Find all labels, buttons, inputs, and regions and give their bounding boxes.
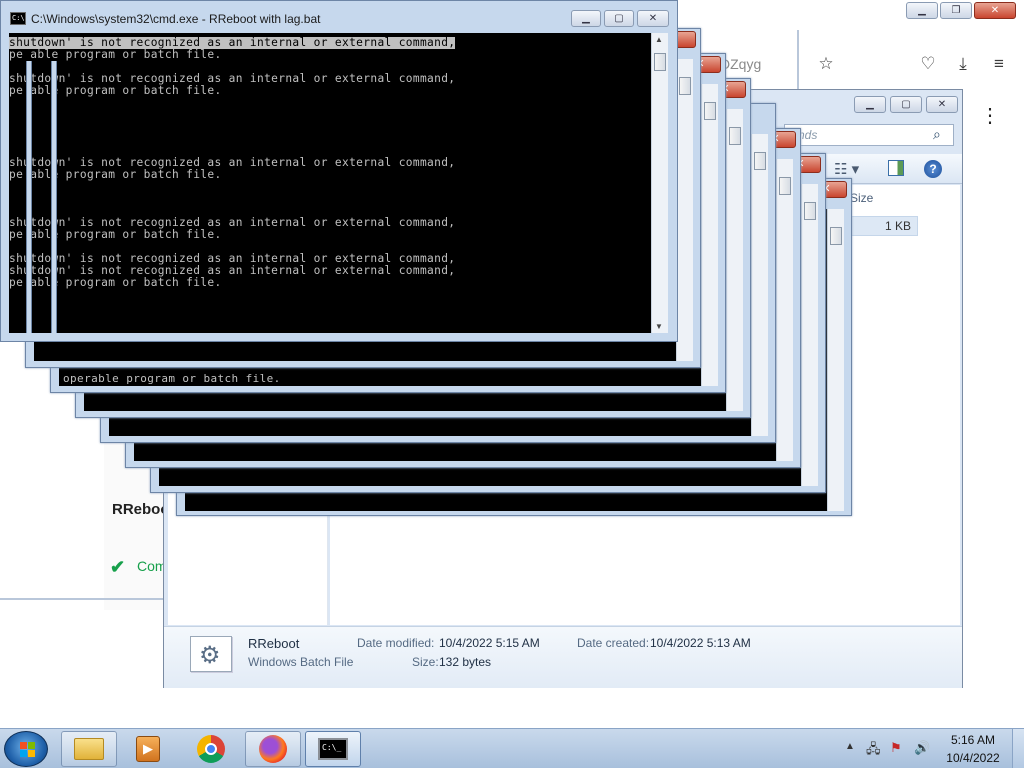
ghost-window-edge: [51, 61, 57, 333]
url-fragment[interactable]: DZqyg: [720, 56, 761, 72]
batch-file-icon: ⚙: [190, 636, 232, 672]
file-size-cell[interactable]: 1 KB: [850, 216, 918, 236]
scrollbar[interactable]: [751, 134, 768, 436]
scrollbar[interactable]: [827, 209, 844, 511]
size-value: 132 bytes: [439, 655, 492, 669]
date-created-label: Date created:: [577, 636, 650, 650]
console-line: operable program or batch file.: [63, 372, 281, 385]
taskbar-firefox[interactable]: [245, 731, 301, 767]
windows-logo-icon: [20, 742, 36, 758]
taskbar-cmd[interactable]: C:\_: [305, 731, 361, 767]
scrollbar[interactable]: [801, 184, 818, 486]
volume-icon[interactable]: 🔊: [914, 740, 930, 756]
clock-date[interactable]: 10/4/2022: [940, 751, 1006, 765]
firefox-icon: [259, 735, 287, 763]
taskbar-media-player[interactable]: ▶: [120, 731, 176, 767]
scrollbar[interactable]: [676, 59, 693, 361]
help-icon[interactable]: ?: [924, 160, 942, 178]
window-title: C:\Windows\system32\cmd.exe - RReboot wi…: [31, 12, 321, 26]
details-file-type: Windows Batch File: [248, 655, 354, 669]
view-options-icon[interactable]: ☷ ▾: [834, 160, 859, 178]
taskbar-chrome[interactable]: [183, 731, 239, 767]
scroll-up-icon[interactable]: ▲: [655, 35, 663, 44]
kebab-menu-icon[interactable]: ⋮: [980, 106, 1000, 126]
console-line: pe able program or batch file.: [9, 228, 222, 241]
scroll-down-icon[interactable]: ▼: [655, 322, 663, 331]
date-created-value: 10/4/2022 5:13 AM: [650, 636, 751, 650]
media-player-icon: ▶: [136, 736, 160, 762]
close-button[interactable]: ✕: [637, 10, 669, 27]
date-modified-value: 10/4/2022 5:15 AM: [439, 636, 540, 650]
scrollbar[interactable]: [726, 109, 743, 411]
minimize-button[interactable]: ▁: [854, 96, 886, 113]
show-hidden-icons-icon[interactable]: ▲: [845, 741, 855, 752]
date-modified-label: Date modified:: [357, 636, 435, 650]
chrome-icon: [197, 735, 225, 763]
network-icon[interactable]: 🖧: [866, 740, 881, 762]
cmd-icon: C:\: [10, 12, 26, 25]
pocket-icon[interactable]: ♡: [917, 53, 939, 75]
close-button[interactable]: ✕: [926, 96, 958, 113]
caption-buttons: ▁ ▢ ✕: [571, 10, 669, 27]
scrollbar[interactable]: [701, 84, 718, 386]
ghost-window-edge: [26, 61, 32, 333]
star-icon[interactable]: ☆: [815, 53, 837, 75]
taskbar-explorer[interactable]: [61, 731, 117, 767]
console-line: pe able program or batch file.: [9, 84, 222, 97]
maximize-button[interactable]: ▢: [890, 96, 922, 113]
search-icon[interactable]: ⌕: [933, 126, 941, 143]
details-file-name: RReboot: [248, 636, 300, 651]
cmd-window-front[interactable]: C:\ C:\Windows\system32\cmd.exe - RReboo…: [0, 0, 678, 342]
folder-icon: [74, 738, 104, 760]
restore-button[interactable]: ❐: [940, 2, 972, 19]
close-button[interactable]: ✕: [974, 2, 1016, 19]
column-header-size[interactable]: Size: [850, 191, 873, 205]
firefox-caption-buttons: ▁ ❐ ✕: [906, 0, 1024, 24]
explorer-caption-buttons: ▁ ▢ ✕: [854, 96, 958, 113]
minimize-button[interactable]: ▁: [906, 2, 938, 19]
hamburger-menu-icon[interactable]: ≡: [988, 53, 1010, 75]
scroll-thumb[interactable]: [654, 53, 666, 71]
preview-pane-icon[interactable]: [888, 160, 904, 176]
console-line: pe able program or batch file.: [9, 48, 222, 61]
size-label: Size:: [412, 655, 439, 669]
scrollbar[interactable]: [776, 159, 793, 461]
download-icon[interactable]: ⤓: [952, 53, 974, 75]
console-line: pe able program or batch file.: [9, 276, 222, 289]
card-title: RReboo: [112, 501, 170, 518]
maximize-button[interactable]: ▢: [604, 10, 634, 27]
clock-time[interactable]: 5:16 AM: [946, 733, 1000, 747]
desktop: ▁ ❐ ✕ DZqyg ☆ ♡ ⤓ ≡ ⋮ RReboo ✔ Com ▁ ▢ ✕…: [0, 0, 1024, 768]
command-prompt-icon: C:\_: [318, 738, 348, 760]
checkmark-icon: ✔: [110, 557, 126, 577]
action-center-icon[interactable]: ⚑: [890, 740, 902, 756]
console[interactable]: shutdown' is not recognized as an intern…: [9, 33, 651, 333]
scrollbar[interactable]: ▲ ▼: [651, 33, 668, 333]
show-desktop-button[interactable]: [1012, 729, 1024, 768]
start-button[interactable]: [4, 731, 48, 767]
minimize-button[interactable]: ▁: [571, 10, 601, 27]
console-line: pe able program or batch file.: [9, 168, 222, 181]
